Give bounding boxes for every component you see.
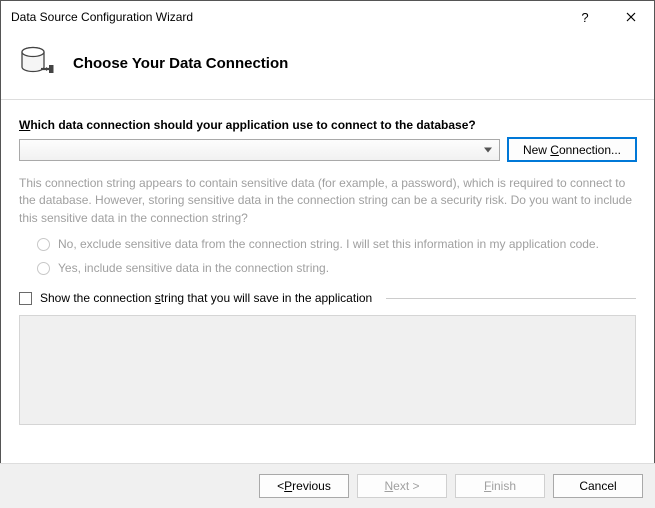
- show-connection-string-label: Show the connection string that you will…: [40, 291, 372, 305]
- show-connection-string-row: Show the connection string that you will…: [19, 291, 636, 305]
- radio-icon: [37, 262, 50, 275]
- new-connection-button[interactable]: New Connection...: [508, 138, 636, 161]
- wizard-content: Which data connection should your applic…: [1, 118, 654, 425]
- wizard-heading: Choose Your Data Connection: [73, 55, 288, 72]
- radio-icon: [37, 238, 50, 251]
- show-connection-string-checkbox[interactable]: [19, 292, 32, 305]
- database-icon: [19, 45, 55, 81]
- window-title: Data Source Configuration Wizard: [11, 10, 562, 24]
- finish-button: Finish: [455, 474, 545, 498]
- connection-question: Which data connection should your applic…: [19, 118, 636, 132]
- radio-include-sensitive: Yes, include sensitive data in the conne…: [37, 261, 636, 275]
- wizard-footer: < Previous Next > Finish Cancel: [0, 463, 655, 508]
- connection-string-box: [19, 315, 636, 425]
- radio-exclude-sensitive: No, exclude sensitive data from the conn…: [37, 237, 636, 251]
- close-button[interactable]: [608, 1, 654, 33]
- titlebar: Data Source Configuration Wizard ?: [1, 1, 654, 33]
- connection-dropdown[interactable]: [19, 139, 500, 161]
- cancel-button[interactable]: Cancel: [553, 474, 643, 498]
- divider-line: [386, 298, 636, 299]
- sensitive-data-info: This connection string appears to contai…: [19, 175, 636, 227]
- wizard-header: Choose Your Data Connection: [1, 33, 654, 99]
- header-separator: [1, 99, 654, 100]
- radio-include-label: Yes, include sensitive data in the conne…: [58, 261, 329, 275]
- next-button: Next >: [357, 474, 447, 498]
- radio-exclude-label: No, exclude sensitive data from the conn…: [58, 237, 599, 251]
- help-button[interactable]: ?: [562, 1, 608, 33]
- previous-button[interactable]: < Previous: [259, 474, 349, 498]
